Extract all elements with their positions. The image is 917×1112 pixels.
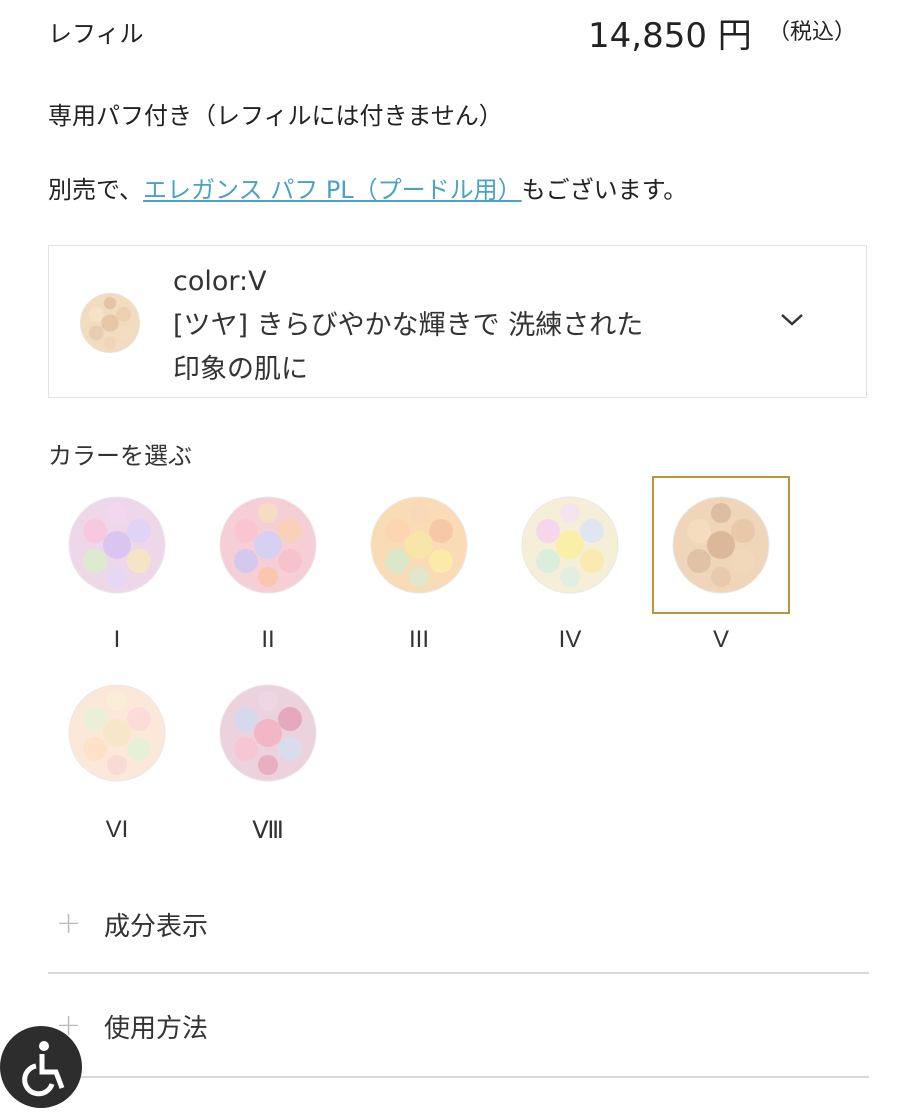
divider <box>48 1076 869 1078</box>
color-option-1[interactable] <box>48 476 186 614</box>
selected-color-text: color:V [ツヤ] きらびやかな輝きで 洗練された 印象の肌に <box>173 260 643 392</box>
separate-sale-note: 別売で、エレガンス パフ PL（プードル用）もございます。 <box>48 170 687 205</box>
accessibility-icon <box>22 1041 65 1097</box>
separate-sale-suffix: もございます。 <box>521 176 688 204</box>
choose-color-label: カラーを選ぶ <box>48 442 192 470</box>
color-option-label-3: III <box>408 626 429 653</box>
chevron-down-icon <box>781 314 803 326</box>
color-swatch-2 <box>219 496 317 594</box>
price: 14,850 円 <box>588 16 752 56</box>
usage-label: 使用方法 <box>104 1014 209 1044</box>
color-option-5[interactable] <box>652 476 790 614</box>
usage-accordion[interactable]: + 使用方法 <box>48 974 869 1074</box>
selected-color-desc-1: [ツヤ] きらびやかな輝きで 洗練された <box>173 310 644 341</box>
selected-color-desc-2: 印象の肌に <box>173 354 308 385</box>
plus-icon: + <box>56 906 82 941</box>
color-option-6[interactable] <box>48 664 186 802</box>
color-swatch-7 <box>219 684 317 782</box>
color-option-label-6: VI <box>105 816 129 843</box>
ingredients-accordion[interactable]: + 成分表示 <box>48 872 869 972</box>
color-option-4[interactable] <box>501 476 639 614</box>
tax-note: （税込） <box>768 20 857 45</box>
elegance-puff-link[interactable]: エレガンス パフ PL（プードル用） <box>143 176 522 204</box>
selected-color-name: color:V <box>173 266 267 297</box>
separate-sale-prefix: 別売で、 <box>48 176 144 204</box>
color-option-2[interactable] <box>199 476 337 614</box>
color-swatch-1 <box>68 496 166 594</box>
color-swatch-5 <box>672 496 770 594</box>
selected-color-swatch <box>79 292 141 354</box>
accessibility-button[interactable] <box>0 1026 82 1108</box>
ingredients-label: 成分表示 <box>104 912 209 942</box>
puff-note: 専用パフ付き（レフィルには付きません） <box>48 102 503 130</box>
color-swatch-4 <box>521 496 619 594</box>
color-option-label-1: I <box>113 626 121 653</box>
color-swatch-6 <box>68 684 166 782</box>
color-option-label-2: II <box>261 626 275 653</box>
variant-label: レフィル <box>48 20 144 48</box>
color-option-7[interactable] <box>199 664 337 802</box>
color-select-dropdown[interactable]: color:V [ツヤ] きらびやかな輝きで 洗練された 印象の肌に <box>48 245 867 398</box>
color-swatch-3 <box>370 496 468 594</box>
color-option-3[interactable] <box>350 476 488 614</box>
color-option-label-7: Ⅷ <box>252 817 284 844</box>
color-option-label-5: V <box>712 626 729 653</box>
color-option-label-4: IV <box>558 626 582 653</box>
